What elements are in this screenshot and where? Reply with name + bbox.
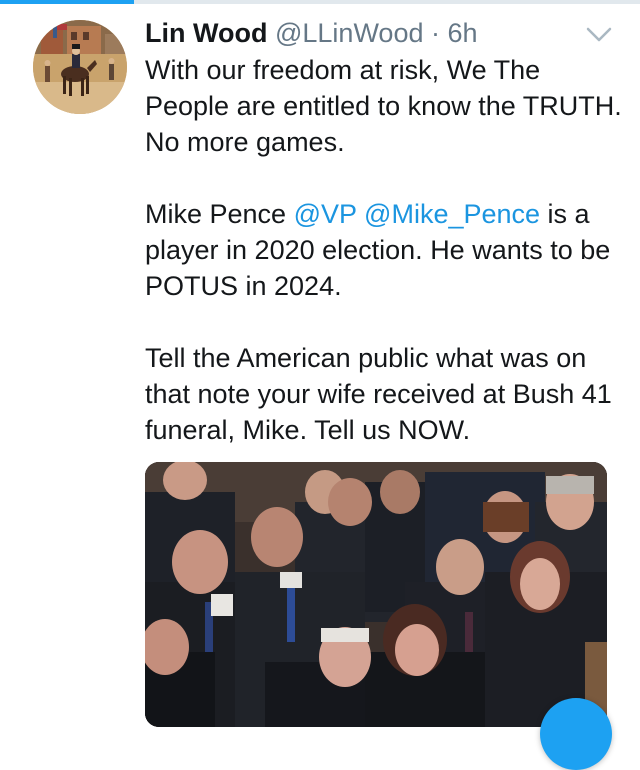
- chevron-down-icon[interactable]: [584, 24, 614, 46]
- tweet-paragraph: Mike Pence @VP @Mike_Pence is a player i…: [145, 196, 625, 304]
- tweet-text-segment: With our freedom at risk, We The People …: [145, 55, 622, 157]
- compose-tweet-button[interactable]: [540, 698, 612, 770]
- avatar-painting-image: [33, 20, 127, 114]
- display-name[interactable]: Lin Wood: [145, 18, 267, 48]
- tweet-photo[interactable]: [145, 462, 607, 727]
- user-handle[interactable]: @LLinWood: [275, 18, 424, 48]
- header-separator: ·: [431, 18, 440, 48]
- tweet-body: With our freedom at risk, We The People …: [145, 52, 625, 448]
- tweet-paragraph: Tell the American public what was on tha…: [145, 340, 625, 448]
- tweet-header: Lin Wood @LLinWood · 6h: [145, 16, 585, 50]
- tweet-text-segment: [357, 199, 365, 229]
- mention-link[interactable]: @VP: [294, 199, 357, 229]
- tweet-paragraph: With our freedom at risk, We The People …: [145, 52, 625, 160]
- tweet-text-segment: Mike Pence: [145, 199, 294, 229]
- avatar[interactable]: [33, 20, 127, 114]
- tweet-text-segment: Tell the American public what was on tha…: [145, 343, 612, 445]
- mention-link[interactable]: @Mike_Pence: [364, 199, 540, 229]
- tweet[interactable]: Lin Wood @LLinWood · 6h With our freedom…: [0, 4, 640, 728]
- tweet-timestamp[interactable]: 6h: [448, 18, 478, 48]
- funeral-audience-photo: [145, 462, 607, 727]
